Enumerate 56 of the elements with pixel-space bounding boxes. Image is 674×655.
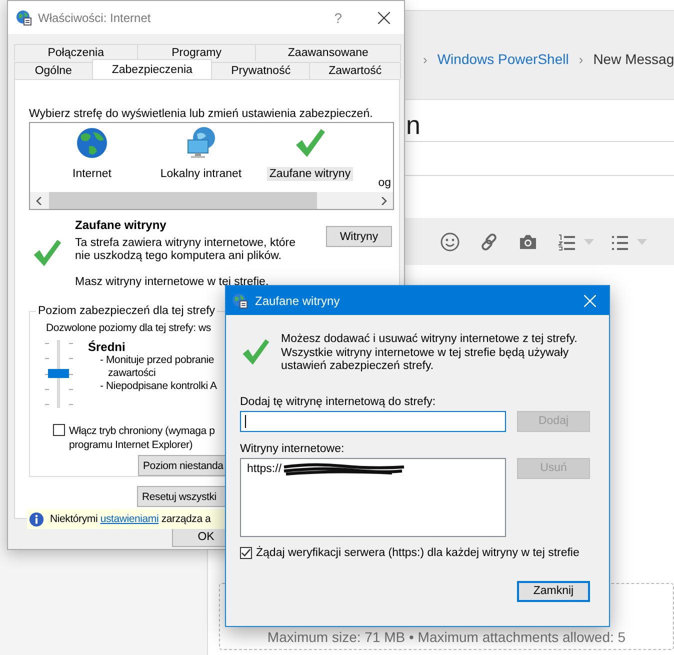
zone-name: Zaufane witryny bbox=[75, 218, 168, 232]
level-description: - Niepodpisane kontrolki A bbox=[99, 380, 217, 393]
attachments-note: Maximum size: 71 MB • Maximum attachments allowed: 5 bbox=[267, 629, 626, 645]
site-entry[interactable]: https:// bbox=[247, 462, 282, 474]
tab[interactable]: Prywatność bbox=[211, 62, 310, 79]
scroll-right-icon[interactable] bbox=[380, 196, 388, 204]
checkbox-label: Włącz tryb chroniony (wymaga p bbox=[69, 424, 215, 438]
globe-icon[interactable] bbox=[75, 126, 109, 160]
breadcrumb-separator: › bbox=[578, 52, 584, 66]
level-description: zawartości bbox=[107, 367, 157, 380]
tab[interactable]: Zaawansowane bbox=[255, 44, 401, 61]
site-address-field[interactable] bbox=[240, 410, 506, 432]
breadcrumb-separator: › bbox=[423, 52, 428, 66]
allowed-levels-label: Dozwolone poziomy dla tej strefy: ws bbox=[46, 322, 212, 334]
zone-item[interactable]: og bbox=[378, 177, 391, 189]
checkbox[interactable] bbox=[53, 424, 65, 436]
page-heading: n bbox=[406, 109, 420, 141]
info-icon bbox=[29, 512, 44, 526]
tab[interactable]: Zabezpieczenia bbox=[92, 59, 212, 79]
info-message: Niektórymi ustawieniami zarządza a bbox=[50, 513, 211, 525]
close-button[interactable]: Zamknij bbox=[517, 580, 590, 602]
scroll-left-icon[interactable] bbox=[35, 196, 43, 204]
sites-button[interactable]: Witryny bbox=[326, 226, 392, 247]
close-icon[interactable] bbox=[378, 12, 390, 24]
tab[interactable]: Zawartość bbox=[309, 62, 401, 79]
window-icon bbox=[16, 10, 32, 26]
settings-link[interactable]: ustawieniami bbox=[100, 513, 159, 525]
link-icon[interactable] bbox=[479, 232, 499, 252]
add-site-label: Dodaj tę witrynę internetową do strefy: bbox=[240, 396, 437, 408]
tab[interactable]: Programy bbox=[136, 44, 256, 61]
breadcrumb-link[interactable]: Windows PowerShell bbox=[437, 51, 569, 67]
security-level-slider[interactable] bbox=[42, 340, 76, 408]
slider-thumb[interactable] bbox=[48, 369, 69, 378]
checkbox-label: Żądaj weryfikacji serwera (https:) dla każdej witryny w tej strefie bbox=[256, 546, 580, 558]
tab[interactable]: Ogólne bbox=[14, 62, 93, 79]
zone-description: Ta strefa zawiera witryny internetowe, które nie uszkodzą tego komputera ani plików. bbox=[75, 237, 297, 263]
checkbox[interactable] bbox=[240, 546, 252, 558]
zone-prompt: Wybierz strefę do wyświetlenia lub zmień ustawienia zabezpieczeń. bbox=[29, 108, 374, 120]
zone-item[interactable]: Internet bbox=[70, 167, 114, 181]
help-button[interactable]: ? bbox=[334, 10, 342, 26]
zone-item[interactable]: Lokalny intranet bbox=[158, 167, 244, 181]
sites-list-label: Witryny internetowe: bbox=[240, 442, 346, 454]
numbered-list-icon[interactable] bbox=[557, 232, 577, 252]
zone-item[interactable]: Zaufane witryny bbox=[267, 167, 353, 181]
window-title: Właściwości: Internet bbox=[38, 10, 152, 24]
window-title: Zaufane witryny bbox=[255, 294, 341, 308]
horizontal-scrollbar[interactable] bbox=[30, 192, 393, 209]
tab[interactable]: Połączenia bbox=[14, 44, 138, 61]
smiley-icon[interactable] bbox=[440, 232, 460, 252]
breadcrumb-current: New Messag bbox=[593, 51, 674, 67]
level-name: Średni bbox=[88, 340, 126, 354]
group-legend: Poziom zabezpieczeń dla tej strefy bbox=[36, 305, 218, 317]
dialog-description: Możesz dodawać i usuwać witryny internetowe z tej strefy. Wszystkie witryny internetowe w tej strefie będą używały ustawień zabezpieczeń strefy. bbox=[281, 333, 578, 374]
window-icon bbox=[232, 292, 248, 308]
level-description: - Monituje przed pobranie bbox=[99, 354, 216, 367]
checkbox-label: programu Internet Explorer) bbox=[69, 438, 194, 452]
